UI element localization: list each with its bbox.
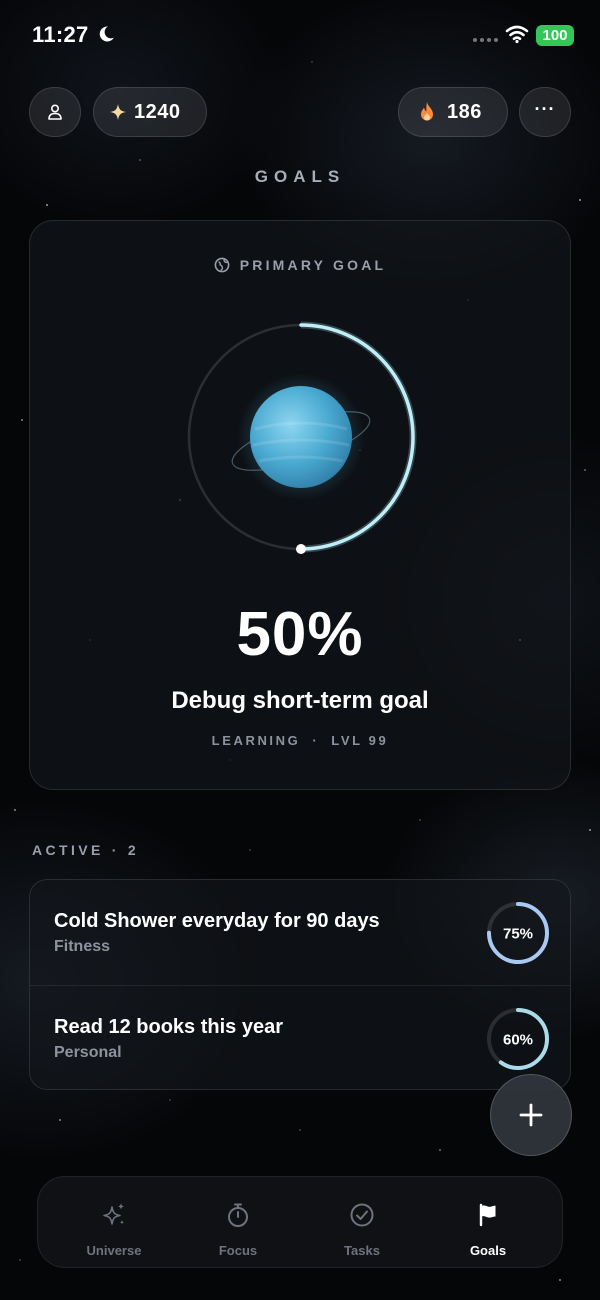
tab-tasks[interactable]: Tasks [302,1177,422,1269]
primary-goal-card[interactable]: PRIMARY GOAL 50% Debug short-term goal L… [29,220,571,790]
meta-separator: · [312,733,320,748]
cellular-signal-icon [473,38,498,42]
primary-goal-meta: LEARNING · LVL 99 [30,733,570,748]
wifi-icon [505,25,529,44]
person-icon [48,104,62,120]
goal-progress-ring: 75% [487,902,549,964]
tab-focus[interactable]: Focus [178,1177,298,1269]
active-count: 2 [127,842,139,858]
active-goals-list: Cold Shower everyday for 90 days Fitness… [29,879,571,1090]
primary-goal-title: Debug short-term goal [171,687,429,714]
primary-goal-label: PRIMARY GOAL [239,257,387,273]
primary-goal-label-row: PRIMARY GOAL [30,257,570,273]
goal-row-title: Read 12 books this year [54,1016,283,1038]
active-label: ACTIVE [32,842,104,858]
flag-icon [479,1203,496,1227]
stopwatch-icon [228,1203,248,1227]
goal-ring-percent: 75% [503,926,533,943]
tab-label: Universe [86,1243,142,1258]
status-bar: 11:27 100 [0,0,600,70]
tab-universe[interactable]: Universe [54,1177,174,1269]
checkmark-circle-icon [350,1203,374,1227]
goal-row-category: Fitness [54,938,111,955]
goal-row-title: Cold Shower everyday for 90 days [54,910,380,932]
primary-goal-category: LEARNING [211,733,301,748]
goal-row[interactable]: Cold Shower everyday for 90 days Fitness… [30,880,570,985]
more-options-button[interactable]: ··· [519,87,571,137]
tab-bar: Universe Focus Tasks Goals [37,1176,563,1268]
goal-ring-percent: 60% [503,1032,533,1049]
planet-progress-ring [185,321,417,554]
streak-value: 186 [447,100,482,123]
add-goal-button[interactable] [490,1074,572,1156]
goal-row[interactable]: Read 12 books this year Personal 60% [30,985,570,1089]
points-value: 1240 [134,100,181,123]
active-goals-heading: ACTIVE · 2 [32,842,139,858]
sparkle-icon [110,104,126,120]
ellipsis-icon: ··· [534,99,556,119]
streak-pill[interactable]: 186 [398,87,508,137]
primary-goal-level: LVL 99 [331,733,389,748]
status-time: 11:27 [32,22,89,47]
profile-button[interactable] [29,87,81,137]
moon-icon [99,26,114,42]
primary-goal-percent: 50% [236,600,364,669]
tab-label: Tasks [344,1243,380,1258]
progress-knob [296,544,306,554]
battery-indicator: 100 [536,25,574,46]
globe-icon [214,257,230,273]
tab-label: Focus [218,1243,258,1258]
points-pill[interactable]: 1240 [93,87,207,137]
page-title: GOALS [254,167,346,186]
tab-label: Goals [469,1243,507,1258]
flame-icon [421,102,433,121]
tab-goals[interactable]: Goals [428,1177,548,1269]
goal-row-category: Personal [54,1044,122,1061]
planet [250,386,352,488]
sparkles-icon [103,1203,125,1225]
plus-icon [519,1103,543,1127]
active-separator: · [111,842,120,858]
goal-progress-ring: 60% [487,1008,549,1070]
